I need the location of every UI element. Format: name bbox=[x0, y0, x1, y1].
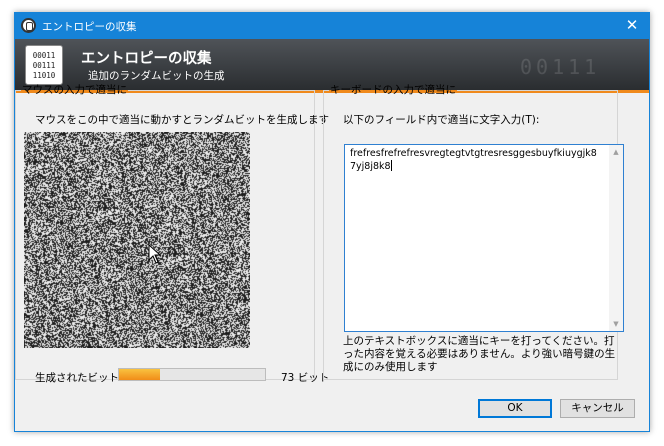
mouse-cursor-icon bbox=[148, 244, 162, 264]
logo-line: 11010 bbox=[32, 71, 56, 80]
keyboard-group-legend: キーボードの入力で適当に bbox=[330, 84, 456, 96]
mouse-entropy-area[interactable] bbox=[24, 132, 250, 348]
text-caret bbox=[390, 160, 392, 171]
logo-line: 00011 bbox=[32, 51, 56, 60]
banner-subtitle: 追加のランダムビットの生成 bbox=[88, 70, 225, 82]
close-button[interactable]: ✕ bbox=[615, 13, 649, 39]
scroll-up-icon[interactable]: ▲ bbox=[609, 145, 623, 159]
text-input-content[interactable]: frefresfrefrefresvregtegtvtgtresresggesb… bbox=[350, 148, 600, 173]
binary-logo-icon: 00011 00111 11010 bbox=[25, 45, 63, 85]
scroll-down-icon[interactable]: ▼ bbox=[609, 317, 623, 331]
ok-button[interactable]: OK bbox=[478, 399, 552, 418]
random-noise-canvas[interactable] bbox=[24, 132, 250, 348]
mouse-group-legend: マウスの入力で適当に bbox=[22, 84, 127, 96]
bits-count: 73 ビット bbox=[281, 372, 330, 384]
window-title: エントロピーの収集 bbox=[42, 21, 137, 33]
bits-progress-fill bbox=[119, 369, 160, 380]
binary-watermark: 00111 bbox=[520, 55, 601, 79]
text-input-value: frefresfrefrefresvregtegtvtgtresresggesb… bbox=[350, 148, 597, 172]
cancel-button[interactable]: キャンセル bbox=[560, 399, 635, 418]
mouse-description: マウスをこの中で適当に動かすとランダムビットを生成します bbox=[35, 114, 329, 126]
logo-line: 00111 bbox=[32, 61, 56, 70]
bits-label: 生成されたビット: bbox=[35, 372, 123, 384]
bits-progress-bar bbox=[118, 368, 266, 381]
keyboard-description: 以下のフィールド内で適当に文字入力(T): bbox=[343, 114, 540, 126]
banner-title: エントロピーの収集 bbox=[81, 51, 212, 67]
keyboard-help-text: 上のテキストボックスに適当にキーを打ってください。打った内容を覚える必要はありま… bbox=[343, 335, 616, 373]
entropy-text-input[interactable]: frefresfrefrefresvregtegtvtgtresresggesb… bbox=[344, 144, 624, 332]
lock-icon bbox=[21, 18, 36, 33]
title-bar[interactable]: エントロピーの収集 ✕ bbox=[15, 13, 649, 39]
vertical-scrollbar[interactable]: ▲ ▼ bbox=[609, 145, 623, 331]
